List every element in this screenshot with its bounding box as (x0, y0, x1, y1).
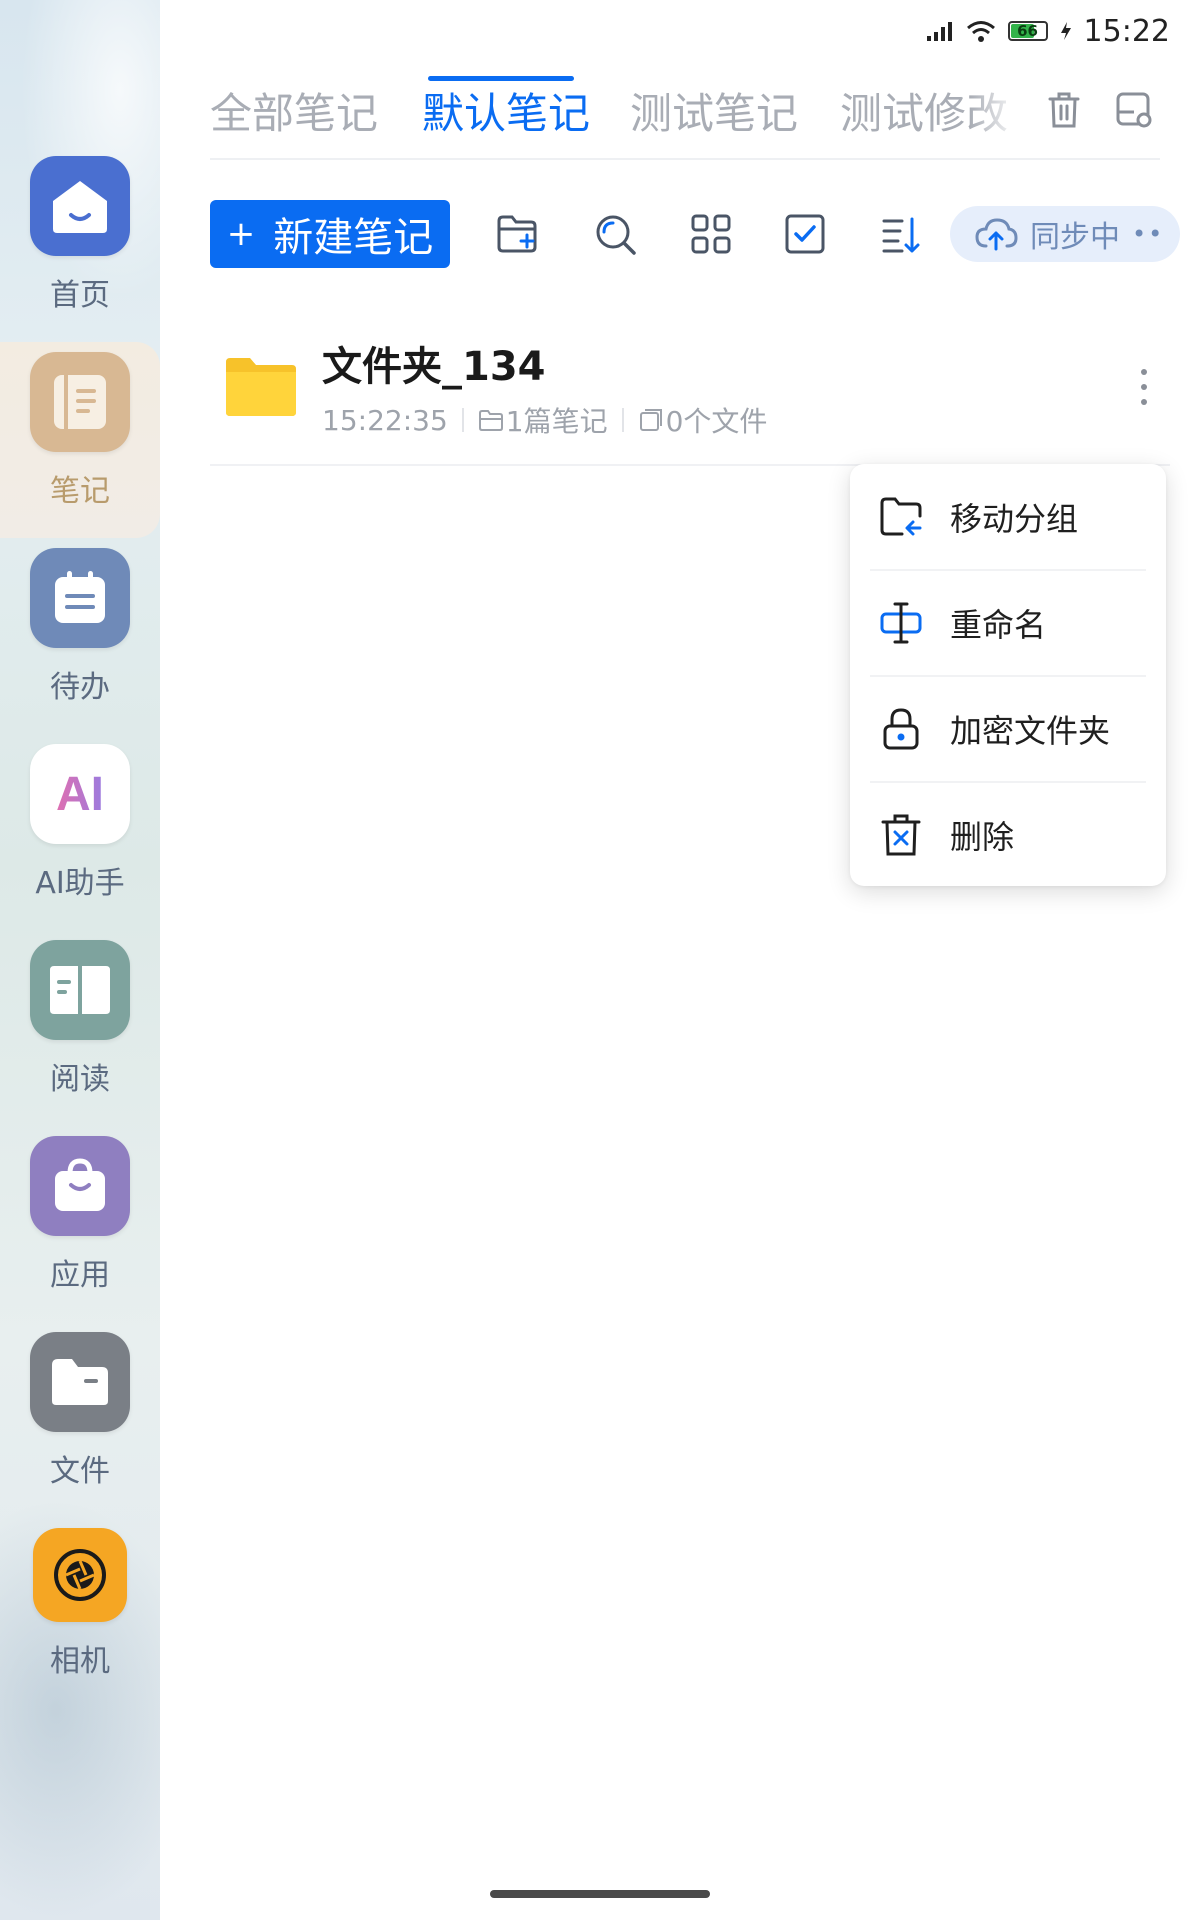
folder-time: 15:22:35 (322, 403, 448, 437)
plus-icon: + (226, 214, 256, 254)
battery-indicator: 66 (1007, 21, 1048, 41)
trash-delete-icon (881, 814, 921, 856)
status-bar: 66 15:22 (926, 10, 1170, 52)
meta-divider (621, 408, 624, 432)
battery-level: 66 (1017, 22, 1038, 40)
tab-all-notes[interactable]: 全部笔记 (210, 80, 378, 141)
sidebar-item-ai-assistant[interactable]: AI AI助手 (0, 734, 160, 930)
shopping-bag-icon (30, 1136, 130, 1236)
folder-move-icon (880, 497, 922, 536)
sidebar: 首页 笔记 待办 AI AI助手 阅读 应用 文件 相机 (0, 0, 160, 1920)
folder-icon (30, 1332, 130, 1432)
more-options-icon[interactable] (1138, 364, 1150, 410)
sort-icon[interactable] (878, 211, 924, 257)
sidebar-item-label: 首页 (50, 278, 110, 313)
folder-context-menu: 移动分组 重命名 加密文件夹 删除 (850, 464, 1166, 886)
charging-bolt-icon (1060, 22, 1071, 40)
sidebar-item-apps[interactable]: 应用 (0, 1126, 160, 1322)
new-folder-icon[interactable] (494, 211, 540, 257)
menu-label: 重命名 (950, 606, 1047, 644)
menu-item-move-group[interactable]: 移动分组 (870, 464, 1146, 570)
rename-cursor-icon (880, 602, 922, 644)
calendar-todo-icon (30, 548, 130, 648)
menu-item-delete[interactable]: 删除 (870, 782, 1146, 888)
notes-count: 1篇笔记 (505, 405, 608, 438)
new-note-button[interactable]: + 新建笔记 (210, 200, 450, 268)
sidebar-item-label: 待办 (50, 670, 110, 705)
tab-default-notes[interactable]: 默认笔记 (422, 80, 590, 141)
menu-label: 移动分组 (950, 500, 1079, 538)
cloud-upload-icon (975, 218, 1018, 251)
sync-progress-dots: •• (1132, 220, 1165, 248)
sidebar-item-label: 阅读 (50, 1062, 110, 1097)
menu-label: 加密文件夹 (950, 712, 1111, 750)
sidebar-item-label: 相机 (50, 1644, 110, 1679)
menu-label: 删除 (950, 818, 1015, 856)
folder-outline-icon (478, 410, 503, 431)
trash-icon[interactable] (1042, 88, 1086, 132)
folder-name: 文件夹_134 (322, 344, 546, 390)
menu-item-rename[interactable]: 重命名 (870, 570, 1146, 676)
sidebar-item-todo[interactable]: 待办 (0, 538, 160, 734)
sidebar-item-label: 应用 (50, 1258, 110, 1293)
menu-item-encrypt-folder[interactable]: 加密文件夹 (870, 676, 1146, 782)
home-icon (30, 156, 130, 256)
open-book-icon (30, 940, 130, 1040)
tab-test-notes[interactable]: 测试笔记 (630, 80, 798, 141)
ai-assistant-icon: AI (30, 744, 130, 844)
folder-meta: 15:22:35 1篇笔记 0个文件 (322, 400, 767, 440)
wifi-icon (966, 21, 995, 42)
sidebar-item-camera[interactable]: 相机 (0, 1518, 160, 1714)
new-note-label: 新建笔记 (273, 215, 434, 261)
tab-fade-overlay (970, 84, 1020, 144)
ai-logo-text: AI (56, 767, 104, 821)
signal-icon (926, 22, 952, 41)
file-stack-icon (639, 409, 662, 431)
sync-label: 同步中 (1030, 220, 1120, 255)
multi-select-checkbox-icon[interactable] (782, 211, 828, 257)
active-tab-indicator (428, 76, 574, 81)
meta-divider (461, 408, 464, 432)
folder-yellow-icon (226, 358, 296, 416)
home-indicator[interactable] (490, 1890, 710, 1898)
sidebar-item-home[interactable]: 首页 (0, 146, 160, 342)
search-icon[interactable] (592, 211, 638, 257)
sidebar-item-notes[interactable]: 笔记 (0, 342, 160, 538)
sidebar-item-label: 文件 (50, 1454, 110, 1489)
lock-icon (883, 708, 919, 750)
sidebar-item-files[interactable]: 文件 (0, 1322, 160, 1518)
camera-aperture-icon (33, 1528, 127, 1622)
settings-panel-icon[interactable] (1112, 88, 1156, 132)
sidebar-item-label: 笔记 (50, 474, 110, 509)
sidebar-item-reading[interactable]: 阅读 (0, 930, 160, 1126)
files-count: 0个文件 (665, 405, 768, 438)
grid-view-icon[interactable] (688, 211, 734, 257)
folder-list-item[interactable]: 文件夹_134 15:22:35 1篇笔记 0个文件 (210, 320, 1170, 466)
notebook-icon (30, 352, 130, 452)
sidebar-item-label: AI助手 (35, 866, 125, 901)
sync-status-pill[interactable]: 同步中 •• (950, 206, 1180, 262)
status-time: 15:22 (1083, 13, 1170, 49)
